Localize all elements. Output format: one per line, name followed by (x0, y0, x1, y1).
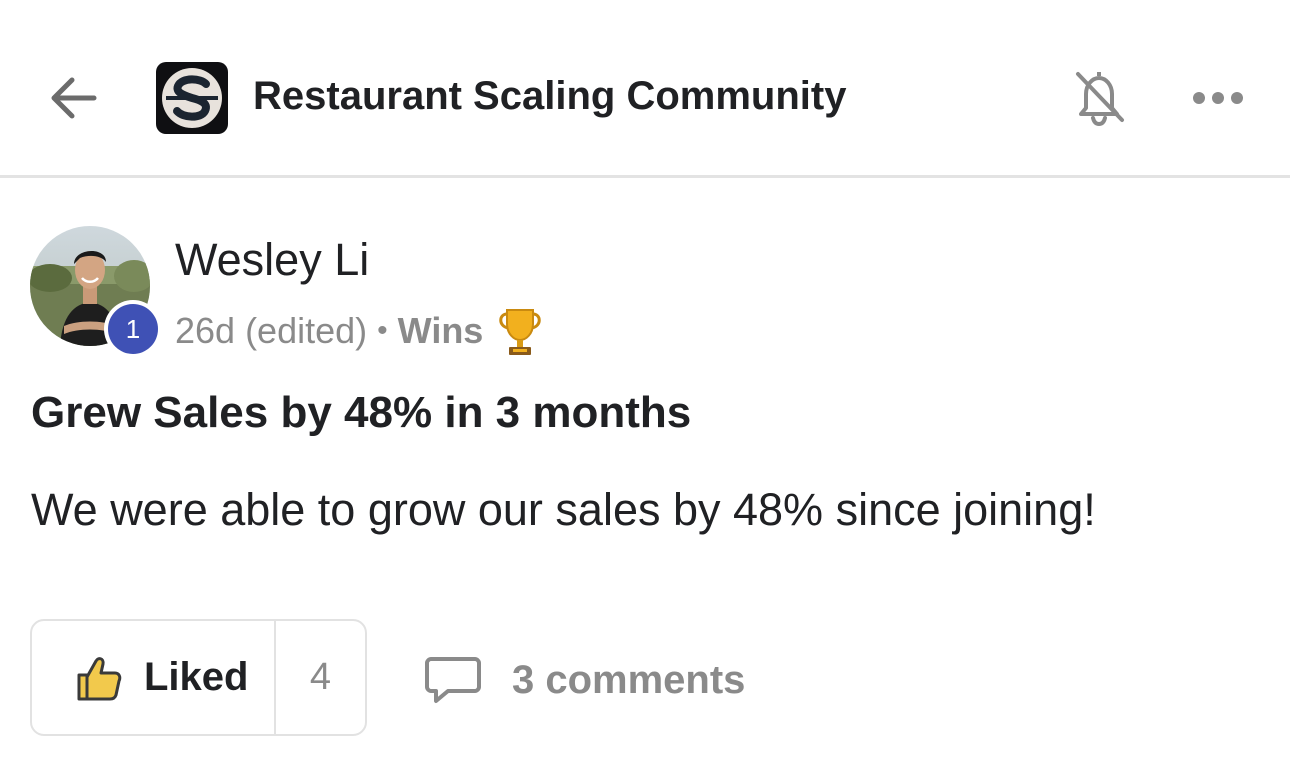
like-label: Liked (144, 655, 249, 699)
meta-separator: • (377, 314, 388, 347)
more-options-button[interactable] (1190, 88, 1246, 108)
community-logo-icon (162, 68, 222, 128)
thumbs-up-icon (77, 656, 122, 700)
more-horizontal-icon (1193, 92, 1243, 104)
header-divider (0, 175, 1290, 178)
post-title[interactable]: Grew Sales by 48% in 3 months (31, 388, 691, 438)
bell-off-icon (1076, 72, 1124, 127)
arrow-left-icon (51, 77, 97, 119)
community-logo[interactable] (156, 62, 228, 134)
notifications-toggle-button[interactable] (1068, 64, 1130, 130)
trophy-icon (495, 304, 545, 358)
like-control: Liked 4 (30, 619, 367, 736)
top-bar: Restaurant Scaling Community (0, 0, 1290, 176)
post-time: 26d (edited) (175, 310, 368, 351)
back-button[interactable] (44, 70, 104, 126)
comment-icon (425, 657, 481, 703)
post-meta: 26d (edited) • Wins (175, 304, 545, 358)
like-button[interactable]: Liked (32, 621, 276, 734)
level-badge: 1 (104, 300, 162, 358)
author-name[interactable]: Wesley Li (175, 234, 369, 286)
comments-label: 3 comments (512, 657, 746, 702)
level-number: 1 (108, 304, 158, 354)
post-body: We were able to grow our sales by 48% si… (31, 484, 1096, 535)
author-avatar-container[interactable]: 1 (30, 226, 164, 360)
post-category[interactable]: Wins (398, 310, 484, 352)
like-count[interactable]: 4 (276, 621, 365, 734)
comments-button[interactable]: 3 comments (424, 650, 745, 710)
community-title[interactable]: Restaurant Scaling Community (253, 74, 846, 119)
